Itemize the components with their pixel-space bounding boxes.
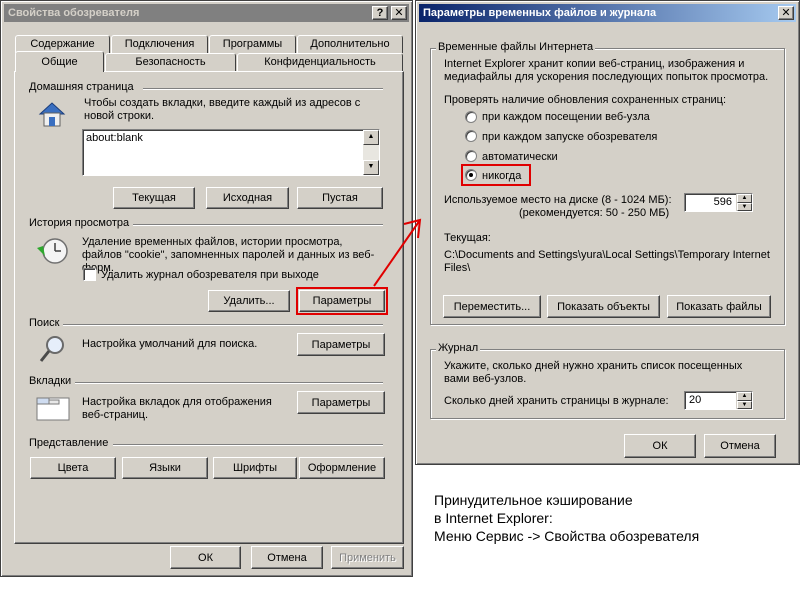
- home-url-textarea[interactable]: about:blank ▲ ▼: [82, 129, 380, 176]
- home-description: Чтобы создать вкладки, введите каждый из…: [84, 97, 361, 122]
- search-section-title: Поиск: [29, 317, 60, 329]
- move-folder-button[interactable]: Переместить...: [443, 295, 541, 318]
- divider: [133, 224, 383, 226]
- window-title: Свойства обозревателя: [8, 7, 140, 19]
- temp-files-settings-window: Параметры временных файлов и журнала ✕ В…: [415, 0, 800, 465]
- close-icon: ✕: [781, 7, 791, 19]
- languages-button[interactable]: Языки: [122, 457, 208, 479]
- tabs-icon: [36, 397, 70, 421]
- search-settings-button[interactable]: Параметры: [297, 333, 385, 356]
- delete-history-button[interactable]: Удалить...: [208, 290, 290, 312]
- radio-every-visit-label: при каждом посещении веб-узла: [482, 111, 650, 123]
- divider: [113, 444, 383, 446]
- current-location-path: C:\Documents and Settings\yura\Local Set…: [444, 249, 770, 274]
- view-objects-button[interactable]: Показать объекты: [547, 295, 660, 318]
- view-files-button[interactable]: Показать файлы: [667, 295, 771, 318]
- home-default-button[interactable]: Исходная: [206, 187, 289, 209]
- caption-line-1: Принудительное кэширование: [434, 492, 633, 508]
- radio-automatically[interactable]: [465, 150, 477, 162]
- help-caption-button[interactable]: ?: [372, 6, 388, 20]
- delete-history-on-exit-checkbox[interactable]: [83, 268, 96, 281]
- journal-days-value: 20: [689, 394, 702, 406]
- ok-button[interactable]: ОК: [624, 434, 696, 458]
- home-section-title: Домашняя страница: [29, 81, 134, 93]
- disk-space-recommendation: (рекомендуется: 50 - 250 МБ): [519, 207, 670, 219]
- current-location-label: Текущая:: [444, 232, 491, 244]
- spin-down-icon[interactable]: ▼: [737, 202, 752, 211]
- design-button[interactable]: Оформление: [299, 457, 385, 479]
- colors-button[interactable]: Цвета: [30, 457, 116, 479]
- window-title: Параметры временных файлов и журнала: [423, 7, 657, 19]
- divider: [63, 324, 383, 326]
- disk-space-value: 596: [713, 196, 732, 208]
- tab-general[interactable]: Общие: [15, 51, 104, 72]
- house-icon: [38, 102, 66, 127]
- annotation-arrow-icon: [373, 218, 422, 287]
- radio-automatically-label: автоматически: [482, 151, 558, 163]
- search-description: Настройка умолчаний для поиска.: [82, 338, 258, 350]
- magnifier-icon: [39, 336, 64, 362]
- disk-space-label: Используемое место на диске (8 - 1024 МБ…: [444, 194, 672, 206]
- temp-files-group: [430, 48, 785, 325]
- caption-line-2: в Internet Explorer:: [434, 510, 553, 526]
- tabs-settings-button[interactable]: Параметры: [297, 391, 385, 414]
- spin-down-icon[interactable]: ▼: [737, 400, 752, 409]
- divider: [75, 382, 383, 384]
- divider: [143, 88, 383, 90]
- history-clock-icon: [37, 238, 68, 264]
- caption-line-3: Меню Сервис -> Свойства обозревателя: [434, 528, 700, 544]
- journal-days-input[interactable]: 20 ▲ ▼: [684, 391, 753, 410]
- close-caption-button[interactable]: ✕: [391, 6, 407, 20]
- radio-every-visit[interactable]: [465, 111, 477, 123]
- home-current-button[interactable]: Текущая: [113, 187, 195, 209]
- temp-files-titlebar: Параметры временных файлов и журнала ✕: [419, 4, 796, 22]
- journal-group-legend: Журнал: [436, 342, 481, 354]
- tab-advanced[interactable]: Дополнительно: [297, 35, 403, 53]
- tab-security[interactable]: Безопасность: [105, 53, 236, 71]
- spin-up-icon[interactable]: ▲: [737, 194, 752, 203]
- disk-space-spinner[interactable]: ▲ ▼: [736, 194, 752, 211]
- apply-button[interactable]: Применить: [331, 546, 404, 569]
- tabs-section-title: Вкладки: [29, 375, 72, 387]
- check-updates-label: Проверять наличие обновления сохраненных…: [444, 94, 727, 106]
- temp-files-description: Internet Explorer хранит копии веб-стран…: [444, 58, 769, 83]
- delete-history-checkbox-label: Удалить журнал обозревателя при выходе: [101, 269, 319, 281]
- journal-description: Укажите, сколько дней нужно хранить спис…: [444, 360, 743, 385]
- tabs-description: Настройка вкладок для отображения веб-ст…: [82, 396, 272, 421]
- tab-connections[interactable]: Подключения: [111, 35, 208, 53]
- spin-up-icon[interactable]: ▲: [737, 392, 752, 401]
- tab-privacy[interactable]: Конфиденциальность: [237, 53, 403, 71]
- ok-button[interactable]: ОК: [170, 546, 241, 569]
- scroll-down-icon[interactable]: ▼: [363, 160, 379, 175]
- disk-space-input[interactable]: 596 ▲ ▼: [684, 193, 753, 212]
- radio-every-start[interactable]: [465, 130, 477, 142]
- textarea-scrollbar[interactable]: ▲ ▼: [363, 130, 379, 175]
- never-option-highlight: [461, 164, 531, 186]
- internet-options-window: Свойства обозревателя ? ✕ Содержание Под…: [0, 0, 413, 577]
- appearance-section-title: Представление: [29, 437, 109, 449]
- journal-days-label: Сколько дней хранить страницы в журнале:: [444, 395, 669, 407]
- cancel-button[interactable]: Отмена: [704, 434, 776, 458]
- scroll-up-icon[interactable]: ▲: [363, 130, 379, 145]
- journal-days-spinner[interactable]: ▲ ▼: [736, 392, 752, 409]
- close-icon: ✕: [394, 7, 404, 19]
- home-url-value: about:blank: [86, 132, 143, 144]
- cancel-button[interactable]: Отмена: [251, 546, 323, 569]
- home-blank-button[interactable]: Пустая: [297, 187, 383, 209]
- temp-files-group-legend: Временные файлы Интернета: [436, 41, 596, 53]
- close-caption-button[interactable]: ✕: [778, 6, 794, 20]
- fonts-button[interactable]: Шрифты: [213, 457, 297, 479]
- history-section-title: История просмотра: [29, 217, 130, 229]
- radio-every-start-label: при каждом запуске обозревателя: [482, 131, 658, 143]
- internet-options-titlebar: Свойства обозревателя ? ✕: [4, 4, 409, 22]
- tab-programs[interactable]: Программы: [209, 35, 296, 53]
